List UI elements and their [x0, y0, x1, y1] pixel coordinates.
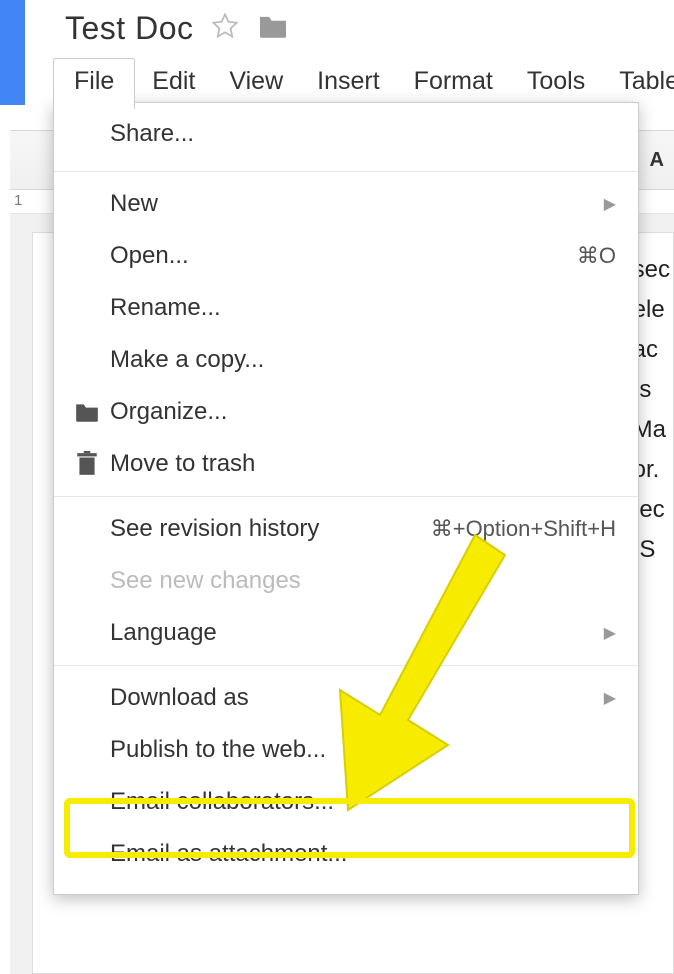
menu-edit[interactable]: Edit	[135, 59, 212, 108]
folder-icon	[70, 401, 104, 423]
menu-format[interactable]: Format	[397, 59, 510, 108]
menu-make-copy[interactable]: Make a copy...	[54, 334, 638, 386]
shortcut-text: ⌘+Option+Shift+H	[431, 516, 616, 542]
menu-share[interactable]: Share...	[54, 103, 638, 165]
menu-tools[interactable]: Tools	[510, 59, 602, 108]
menu-download-as[interactable]: Download as ▶	[54, 672, 638, 724]
star-icon[interactable]	[211, 12, 239, 45]
menu-item-label: Share...	[104, 120, 616, 148]
menu-table[interactable]: Table	[602, 59, 674, 108]
app-brand-strip	[0, 0, 25, 105]
submenu-arrow-icon: ▶	[604, 688, 616, 708]
menu-item-label: Organize...	[104, 398, 616, 426]
menu-item-label: Open...	[104, 242, 577, 270]
menu-file[interactable]: File	[53, 58, 135, 109]
trash-icon	[70, 451, 104, 477]
document-title[interactable]: Test Doc	[65, 10, 193, 47]
shortcut-text: ⌘O	[577, 243, 616, 269]
ruler-mark: 1	[14, 192, 22, 209]
menu-item-label: See revision history	[104, 515, 431, 543]
file-menu-dropdown: Share... New ▶ Open... ⌘O Rename... Make…	[53, 102, 639, 895]
menu-item-label: Rename...	[104, 294, 616, 322]
menu-insert[interactable]: Insert	[300, 59, 397, 108]
menu-item-label: Language	[104, 619, 604, 647]
menu-view[interactable]: View	[212, 59, 300, 108]
menu-revision-history[interactable]: See revision history ⌘+Option+Shift+H	[54, 503, 638, 555]
menu-item-label: Publish to the web...	[104, 736, 616, 764]
separator	[54, 665, 638, 666]
menu-language[interactable]: Language ▶	[54, 607, 638, 659]
menu-item-label: Download as	[104, 684, 604, 712]
menu-item-label: See new changes	[104, 567, 616, 595]
menu-item-label: Email as attachment...	[104, 840, 616, 868]
folder-icon[interactable]	[257, 13, 289, 44]
menu-item-label: Email collaborators...	[104, 788, 616, 816]
menu-rename[interactable]: Rename...	[54, 282, 638, 334]
menu-publish-web[interactable]: Publish to the web...	[54, 724, 638, 776]
menu-email-collaborators[interactable]: Email collaborators...	[54, 776, 638, 828]
separator	[54, 171, 638, 172]
submenu-arrow-icon: ▶	[604, 623, 616, 643]
separator	[54, 496, 638, 497]
menu-open[interactable]: Open... ⌘O	[54, 230, 638, 282]
font-indicator: A	[650, 149, 664, 172]
submenu-arrow-icon: ▶	[604, 194, 616, 214]
menu-item-label: New	[104, 190, 604, 218]
menu-email-attachment[interactable]: Email as attachment...	[54, 828, 638, 880]
menu-item-label: Move to trash	[104, 450, 616, 478]
menu-item-label: Make a copy...	[104, 346, 616, 374]
menu-new-changes: See new changes	[54, 555, 638, 607]
menu-organize[interactable]: Organize...	[54, 386, 638, 438]
menu-trash[interactable]: Move to trash	[54, 438, 638, 490]
title-row: Test Doc	[65, 10, 289, 47]
menu-new[interactable]: New ▶	[54, 178, 638, 230]
